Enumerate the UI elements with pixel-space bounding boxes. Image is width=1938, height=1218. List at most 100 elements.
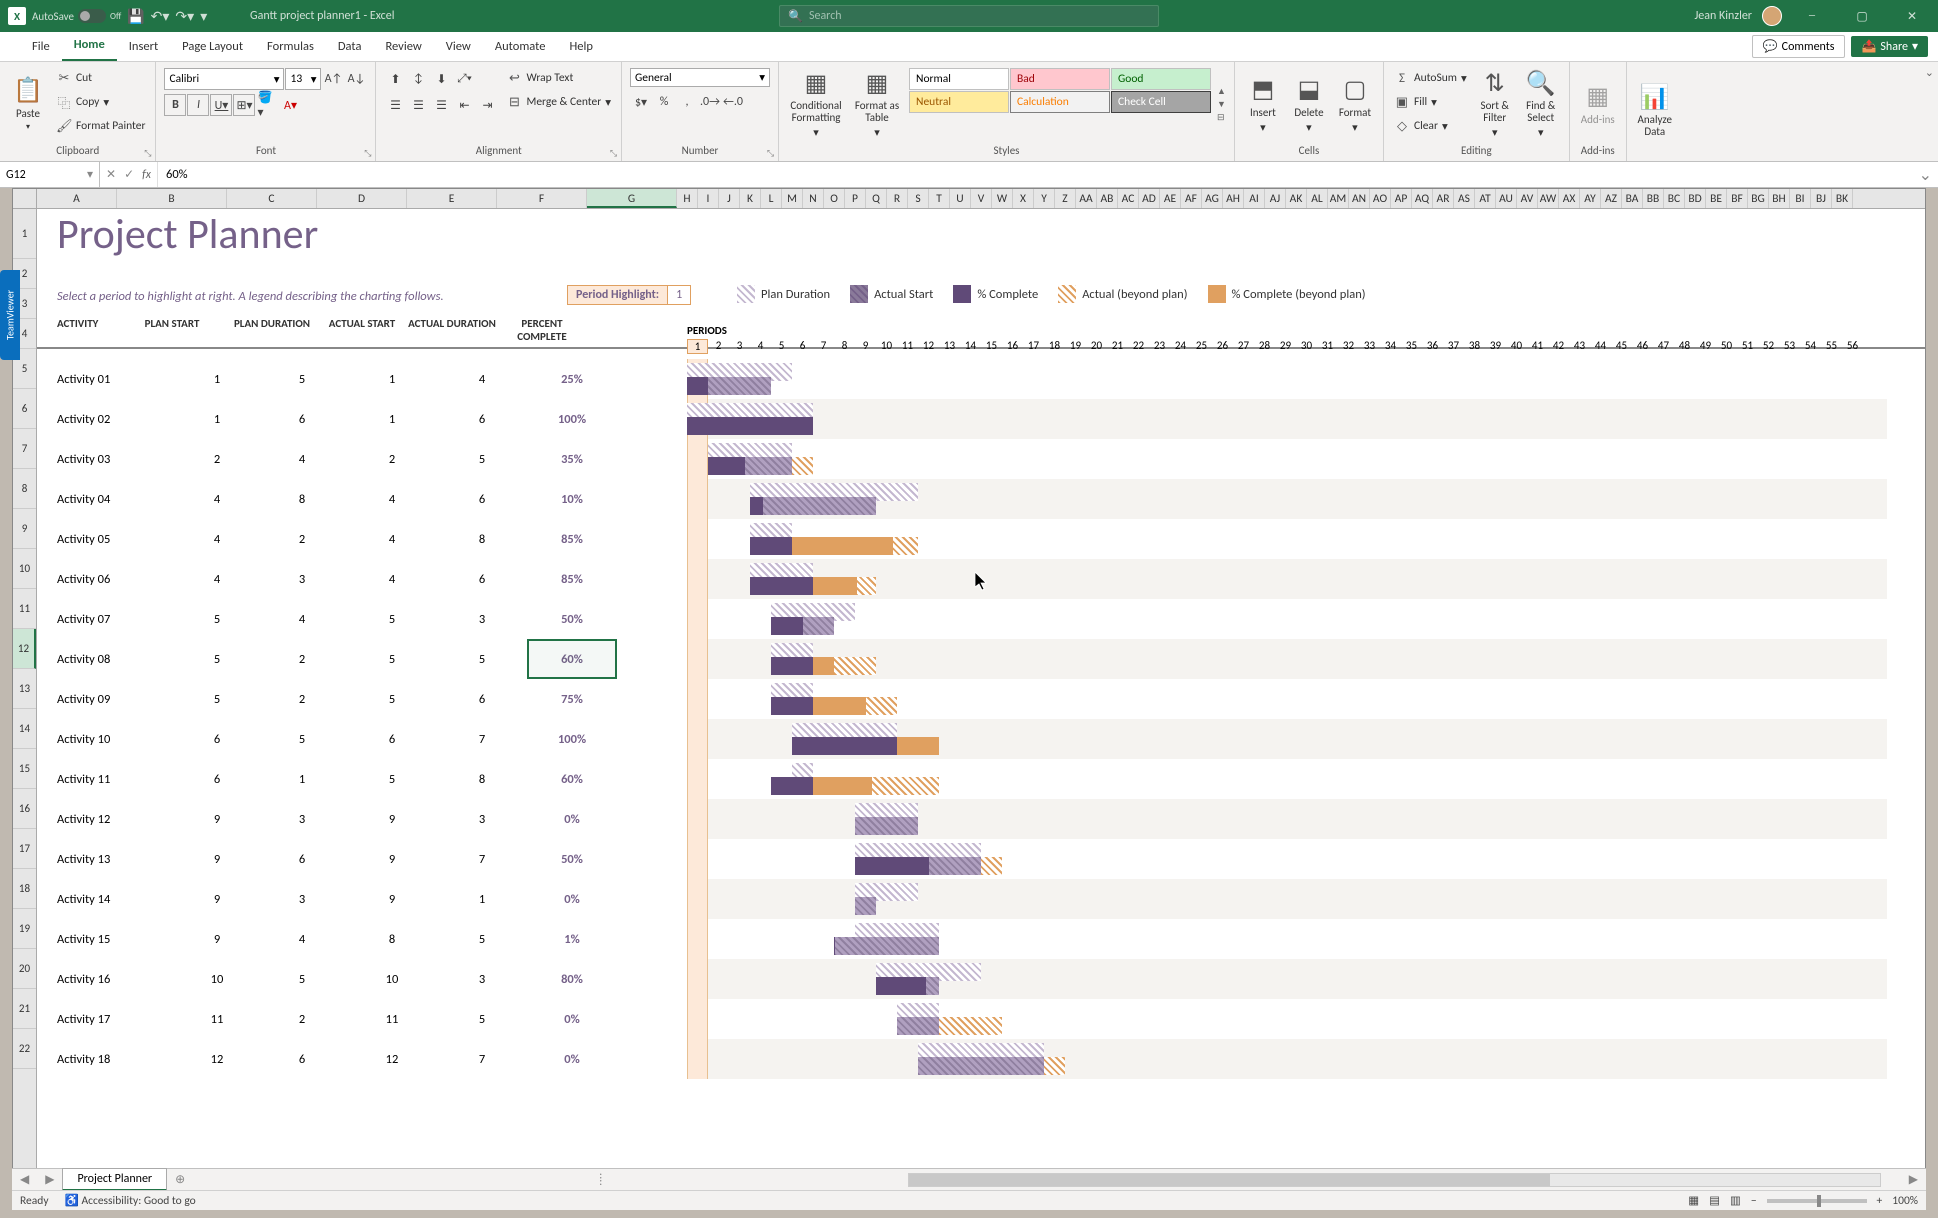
number-format-combo[interactable]: General▾ [630,68,770,87]
decimal-increase-icon[interactable]: .0→ [699,91,721,113]
minimize-icon[interactable]: ─ [1792,0,1832,32]
format-cells-button[interactable]: ▢Format▾ [1333,66,1377,142]
formula-expand-icon[interactable]: ⌄ [1913,165,1938,185]
insert-cells-button[interactable]: ⬒Insert▾ [1241,66,1285,142]
italic-button[interactable]: I [187,94,209,116]
tab-review[interactable]: Review [373,32,433,61]
font-color-button[interactable]: A▾ [279,94,301,116]
close-icon[interactable]: ✕ [1892,0,1932,32]
row-header[interactable]: 7 [13,429,36,469]
align-center-icon[interactable]: ☰ [407,94,429,116]
table-row[interactable]: Activity 14 9 3 9 1 0% [37,879,1925,919]
column-header[interactable]: W [992,189,1013,208]
column-header[interactable]: AT [1475,189,1496,208]
column-header[interactable]: AY [1580,189,1601,208]
indent-decrease-icon[interactable]: ⇤ [453,94,475,116]
column-header[interactable]: AV [1517,189,1538,208]
cells-area[interactable]: Project Planner Select a period to highl… [37,209,1925,1169]
clear-button[interactable]: ◇Clear ▾ [1394,116,1467,136]
column-header[interactable]: BE [1706,189,1727,208]
column-header[interactable]: AX [1559,189,1580,208]
fill-button[interactable]: ▣Fill ▾ [1394,92,1467,112]
column-header[interactable]: E [407,189,497,208]
row-header[interactable]: 1 [13,209,36,259]
style-good[interactable]: Good [1111,68,1211,90]
cut-button[interactable]: ✂Cut [56,68,145,88]
style-normal[interactable]: Normal [909,68,1009,90]
column-header[interactable]: BF [1727,189,1748,208]
toggle-icon[interactable] [78,9,106,23]
fx-icon[interactable]: fx [142,168,151,182]
column-header[interactable]: G [587,189,677,208]
row-header[interactable]: 18 [13,869,36,909]
table-row[interactable]: Activity 10 6 5 6 7 100% [37,719,1925,759]
select-all-corner[interactable] [13,189,37,208]
teamviewer-tab[interactable]: TeamViewer [0,270,20,360]
maximize-icon[interactable]: ▢ [1842,0,1882,32]
row-header[interactable]: 20 [13,949,36,989]
tab-insert[interactable]: Insert [117,32,170,61]
table-row[interactable]: Activity 04 4 8 4 6 10% [37,479,1925,519]
table-row[interactable]: Activity 15 9 4 8 5 1% [37,919,1925,959]
column-header[interactable]: BG [1748,189,1769,208]
table-row[interactable]: Activity 12 9 3 9 3 0% [37,799,1925,839]
dialog-launcher-icon[interactable]: ⤡ [610,148,617,159]
column-header[interactable]: AZ [1601,189,1622,208]
wrap-text-button[interactable]: ↩Wrap Text [506,68,611,88]
column-header[interactable]: N [803,189,824,208]
column-header[interactable]: BD [1685,189,1706,208]
tab-split-icon[interactable]: ⁞ [593,1173,608,1187]
column-header[interactable]: O [824,189,845,208]
column-header[interactable]: BC [1664,189,1685,208]
column-header[interactable]: AC [1118,189,1139,208]
row-header[interactable]: 19 [13,909,36,949]
currency-icon[interactable]: $▾ [630,91,652,113]
name-box[interactable]: G12▾ [0,162,100,187]
column-header[interactable]: AS [1454,189,1475,208]
column-header[interactable]: BK [1832,189,1853,208]
bold-button[interactable]: B [164,94,186,116]
column-header[interactable]: AW [1538,189,1559,208]
tab-view[interactable]: View [434,32,483,61]
column-header[interactable]: T [929,189,950,208]
sort-filter-button[interactable]: ⇅Sort & Filter▾ [1473,66,1517,142]
align-middle-icon[interactable]: ↕ [407,68,429,90]
column-header[interactable]: L [761,189,782,208]
column-header[interactable]: AG [1202,189,1223,208]
style-check-cell[interactable]: Check Cell [1111,91,1211,113]
column-header[interactable]: BH [1769,189,1790,208]
format-table-button[interactable]: ▦Format as Table▾ [849,66,905,142]
style-calculation[interactable]: Calculation [1010,91,1110,113]
row-header[interactable]: 10 [13,549,36,589]
collapse-ribbon-icon[interactable]: ⌄ [1921,62,1938,161]
addins-button[interactable]: ▦Add-ins [1576,66,1620,142]
column-header[interactable]: Y [1034,189,1055,208]
view-page-break-icon[interactable]: ▥ [1730,1193,1741,1208]
column-header[interactable]: S [908,189,929,208]
new-sheet-icon[interactable]: ⊕ [167,1172,193,1187]
increase-font-icon[interactable]: A↑ [322,68,344,90]
align-right-icon[interactable]: ☰ [430,94,452,116]
font-size-combo[interactable]: 13▾ [285,68,321,90]
avatar[interactable] [1762,6,1782,26]
qat-dropdown-icon[interactable]: ▾ [200,8,207,25]
table-row[interactable]: Activity 11 6 1 5 8 60% [37,759,1925,799]
align-top-icon[interactable]: ⬆ [384,68,406,90]
dialog-launcher-icon[interactable]: ⤡ [767,148,774,159]
zoom-slider[interactable] [1767,1199,1867,1203]
status-accessibility[interactable]: ♿ Accessibility: Good to go [65,1193,196,1208]
tab-home[interactable]: Home [62,30,117,61]
row-header[interactable]: 22 [13,1029,36,1069]
styles-up-icon[interactable]: ▲ [1217,86,1226,97]
delete-cells-button[interactable]: ⬓Delete▾ [1287,66,1331,142]
share-button[interactable]: 📤 Share ▾ [1851,36,1928,57]
column-header[interactable]: A [37,189,117,208]
decimal-decrease-icon[interactable]: ←.0 [722,91,744,113]
copy-button[interactable]: ⿻Copy ▾ [56,92,145,112]
autosum-button[interactable]: ΣAutoSum ▾ [1394,68,1467,88]
table-row[interactable]: Activity 09 5 2 5 6 75% [37,679,1925,719]
column-header[interactable]: AR [1433,189,1454,208]
column-header[interactable]: V [971,189,992,208]
column-header[interactable]: H [677,189,698,208]
save-icon[interactable]: 💾 [127,8,144,25]
